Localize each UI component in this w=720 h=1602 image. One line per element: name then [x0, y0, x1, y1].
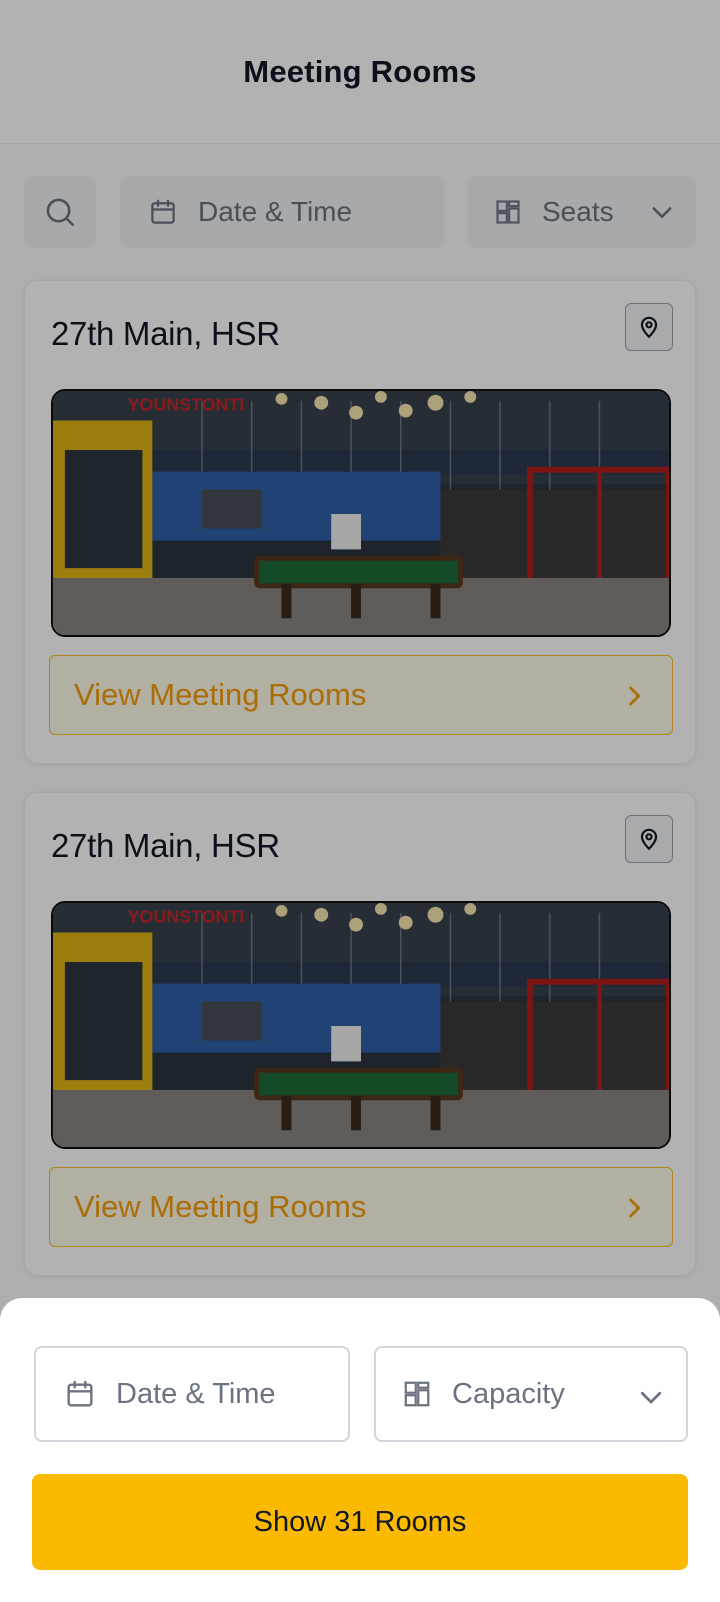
chevron-down-icon	[640, 1391, 662, 1404]
date-time-field-label: Date & Time	[116, 1377, 276, 1410]
layout-grid-icon	[404, 1381, 430, 1407]
show-rooms-label: Show 31 Rooms	[253, 1505, 467, 1538]
filter-bottom-sheet: Date & Time Capacity Show 31 Rooms	[0, 1298, 720, 1602]
date-time-field[interactable]: Date & Time	[34, 1346, 350, 1442]
capacity-select[interactable]: Capacity	[374, 1346, 688, 1442]
show-rooms-button[interactable]: Show 31 Rooms	[32, 1474, 688, 1570]
calendar-icon	[67, 1380, 93, 1407]
capacity-label: Capacity	[452, 1377, 565, 1410]
